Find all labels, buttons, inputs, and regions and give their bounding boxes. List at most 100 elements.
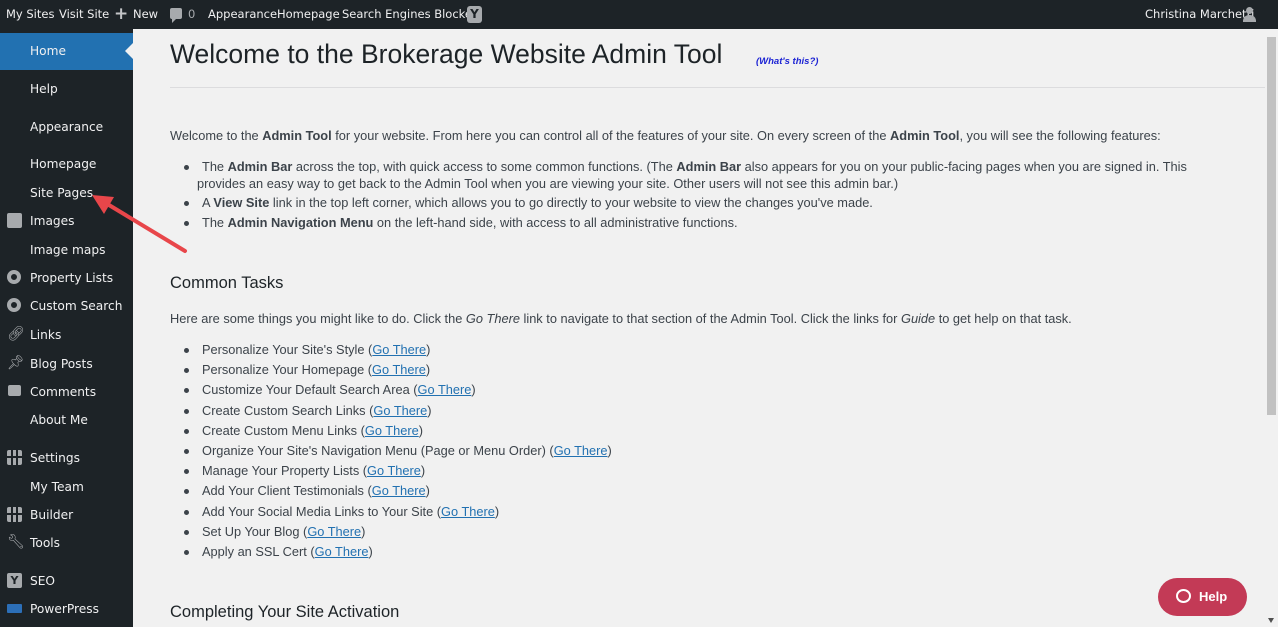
sidebar-item-label: Blog Posts [30, 357, 93, 371]
help-button[interactable]: Help [1158, 578, 1247, 616]
completing-activation-heading: Completing Your Site Activation [170, 603, 400, 621]
chat-bubble-icon [1176, 589, 1191, 603]
tasks-list: Personalize Your Site's Style (Go There)… [183, 340, 612, 562]
title-divider [170, 87, 1265, 88]
task-item: Personalize Your Homepage (Go There) [183, 360, 612, 380]
page-scrollbar[interactable] [1265, 29, 1278, 627]
go-there-link[interactable]: Go There [365, 423, 419, 438]
sidebar-item-label: Settings [30, 451, 80, 465]
comment-icon[interactable] [170, 8, 182, 23]
page-title: Welcome to the Brokerage Website Admin T… [170, 39, 723, 69]
sidebar-item-about-me[interactable]: About Me [0, 406, 133, 434]
sidebar-item-tools[interactable]: 🔧︎ Tools [0, 529, 133, 557]
task-label: Create Custom Menu Links [202, 422, 358, 438]
sidebar-item-label: Home [30, 44, 66, 58]
sidebar-item-label: Image maps [30, 243, 106, 257]
sidebar-item-powerpress[interactable]: PowerPress [0, 595, 133, 623]
wrench-icon: 🔧︎ [7, 534, 25, 550]
yoast-icon: Y [7, 573, 22, 588]
task-label: Customize Your Default Search Area [202, 382, 410, 398]
sidebar-item-label: Homepage [30, 157, 97, 171]
task-label: Personalize Your Homepage [202, 362, 365, 378]
task-label: Create Custom Search Links [202, 402, 366, 418]
sidebar-item-my-team[interactable]: My Team [0, 473, 133, 501]
plus-icon[interactable]: + [114, 0, 128, 29]
go-there-link[interactable]: Go There [441, 504, 495, 519]
new-link[interactable]: New [133, 0, 158, 29]
search-engines-blocked-link[interactable]: Search Engines Blocked [342, 0, 479, 29]
sidebar-item-comments[interactable]: Comments [0, 378, 133, 406]
go-there-link[interactable]: Go There [373, 403, 427, 418]
comments-count[interactable]: 0 [188, 0, 195, 29]
go-there-link[interactable]: Go There [554, 443, 608, 458]
task-label: Manage Your Property Lists [202, 463, 360, 479]
sidebar-item-label: PowerPress [30, 602, 99, 616]
task-item: Personalize Your Site's Style (Go There) [183, 340, 612, 360]
sidebar-item-images[interactable]: Images [0, 207, 133, 235]
sidebar-item-appearance[interactable]: Appearance [0, 113, 133, 141]
gear-icon [7, 270, 21, 284]
sidebar-item-home[interactable]: Home [0, 33, 133, 70]
go-there-link[interactable]: Go There [315, 544, 369, 559]
sidebar-item-label: Images [30, 214, 75, 228]
sidebar-item-seo[interactable]: Y SEO [0, 567, 133, 595]
task-item: Customize Your Default Search Area (Go T… [183, 380, 612, 400]
sidebar-item-help[interactable]: Help [0, 75, 133, 103]
main-content: Welcome to the Brokerage Website Admin T… [133, 29, 1265, 627]
task-item: Add Your Client Testimonials (Go There) [183, 481, 612, 501]
help-button-label: Help [1199, 589, 1228, 604]
sidebar-item-label: SEO [30, 574, 56, 588]
sidebar-item-label: Tools [30, 536, 61, 550]
sidebar-item-image-maps[interactable]: Image maps [0, 236, 133, 264]
sidebar-item-links[interactable]: 🔗︎ Links [0, 321, 133, 349]
go-there-link[interactable]: Go There [372, 483, 426, 498]
sidebar-item-blog-posts[interactable]: 📌︎ Blog Posts [0, 350, 133, 378]
sidebar-item-settings[interactable]: Settings [0, 444, 133, 472]
sidebar-item-builder[interactable]: Builder [0, 501, 133, 529]
go-there-link[interactable]: Go There [367, 463, 421, 478]
yoast-icon[interactable]: Y [467, 6, 482, 23]
sidebar-item-label: My Team [30, 480, 84, 494]
scrollbar-thumb[interactable] [1267, 37, 1276, 415]
task-label: Apply an SSL Cert [202, 544, 307, 560]
task-item: Organize Your Site's Navigation Menu (Pa… [183, 441, 612, 461]
sidebar-item-site-pages[interactable]: Site Pages [0, 179, 133, 207]
task-item: Apply an SSL Cert (Go There) [183, 542, 612, 562]
go-there-link[interactable]: Go There [418, 382, 472, 397]
appearance-link[interactable]: Appearance [208, 0, 277, 29]
visit-site-link[interactable]: Visit Site [59, 0, 109, 29]
features-list: The Admin Bar across the top, with quick… [183, 159, 1187, 234]
go-there-link[interactable]: Go There [372, 362, 426, 377]
user-avatar-icon[interactable] [1242, 7, 1256, 22]
task-label: Personalize Your Site's Style [202, 342, 365, 357]
gear-icon [7, 298, 21, 312]
homepage-link[interactable]: Homepage [277, 0, 340, 29]
images-icon [7, 213, 22, 228]
list-item: The Admin Navigation Menu on the left-ha… [183, 215, 1187, 232]
user-name[interactable]: Christina Marchetti [1145, 0, 1254, 29]
admin-bar: My Sites Visit Site + New 0 Appearance H… [0, 0, 1278, 29]
whats-this-link[interactable]: (What's this?) [756, 56, 818, 67]
link-icon: 🔗︎ [7, 326, 25, 342]
sidebar-item-property-lists[interactable]: Property Lists [0, 264, 133, 292]
task-item: Manage Your Property Lists (Go There) [183, 461, 612, 481]
scroll-down-arrow-icon[interactable] [1268, 618, 1274, 623]
comment-icon [8, 385, 21, 396]
sidebar-item-custom-search[interactable]: Custom Search [0, 292, 133, 320]
task-label: Add Your Client Testimonials [202, 483, 364, 499]
sidebar-item-label: Custom Search [30, 299, 123, 313]
intro-paragraph: Welcome to the Admin Tool for your websi… [170, 128, 1161, 143]
common-tasks-heading: Common Tasks [170, 274, 284, 292]
my-sites-link[interactable]: My Sites [6, 0, 54, 29]
sidebar-item-homepage[interactable]: Homepage [0, 150, 133, 178]
go-there-link[interactable]: Go There [372, 342, 426, 357]
task-label: Set Up Your Blog [202, 523, 300, 539]
pin-icon: 📌︎ [7, 355, 25, 371]
task-item: Create Custom Search Links (Go There) [183, 401, 612, 421]
tasks-intro-paragraph: Here are some things you might like to d… [170, 311, 1072, 326]
sidebar-item-label: Comments [30, 385, 97, 399]
task-item: Create Custom Menu Links (Go There) [183, 421, 612, 441]
sidebar-item-label: Appearance [30, 120, 104, 134]
task-item: Add Your Social Media Links to Your Site… [183, 502, 612, 522]
go-there-link[interactable]: Go There [307, 524, 361, 539]
